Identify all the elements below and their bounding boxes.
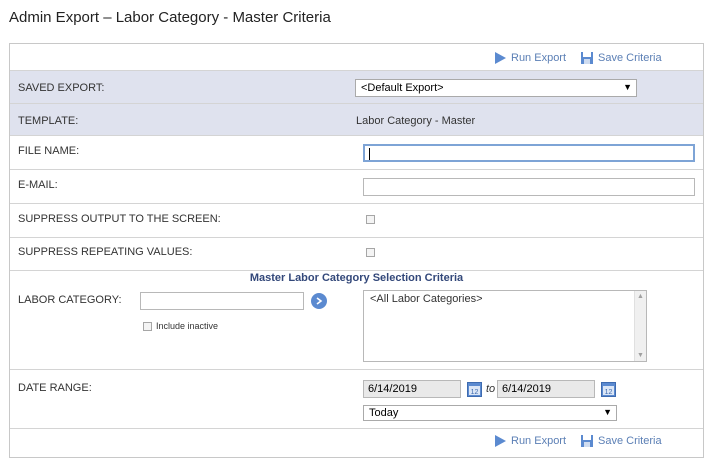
labor-category-listbox[interactable]: <All Labor Categories> ▲ ▼	[363, 290, 647, 362]
labor-category-go-button[interactable]	[311, 293, 327, 309]
file-name-input[interactable]	[363, 144, 695, 162]
run-export-button-top[interactable]: Run Export	[493, 51, 566, 65]
calendar-icon[interactable]: 12	[467, 380, 482, 397]
to-separator: to	[486, 383, 496, 395]
toolbar-bottom: Run Export Save Criteria	[10, 429, 703, 457]
svg-text:12: 12	[605, 389, 613, 396]
listbox-scrollbar[interactable]: ▲ ▼	[634, 291, 646, 361]
save-disk-icon	[581, 435, 593, 447]
scroll-down-icon[interactable]: ▼	[637, 352, 644, 359]
file-name-row: FILE NAME:	[10, 136, 703, 170]
save-criteria-label: Save Criteria	[598, 52, 662, 64]
email-label: E-MAIL:	[18, 179, 58, 191]
play-icon	[495, 435, 506, 447]
suppress-output-checkbox[interactable]	[366, 215, 375, 224]
svg-text:12: 12	[471, 389, 479, 396]
labor-category-input[interactable]	[140, 292, 304, 310]
run-export-label: Run Export	[511, 435, 567, 447]
run-export-label: Run Export	[511, 52, 567, 64]
calendar-icon[interactable]: 12	[601, 380, 616, 397]
include-inactive-label: Include inactive	[156, 321, 219, 331]
saved-export-row: SAVED EXPORT: <Default Export> ▼	[10, 71, 703, 104]
end-date-input[interactable]: 6/14/2019	[497, 380, 595, 398]
listbox-item[interactable]: <All Labor Categories>	[370, 293, 483, 305]
save-disk-icon	[581, 52, 593, 64]
export-criteria-panel: Run Export Save Criteria SAVED EXPORT: <…	[9, 43, 704, 458]
labor-category-row: LABOR CATEGORY: Include inactive <All La…	[10, 286, 703, 370]
start-date-input[interactable]: 6/14/2019	[363, 380, 461, 398]
date-preset-value: Today	[369, 407, 399, 419]
save-criteria-label: Save Criteria	[598, 435, 662, 447]
play-icon	[495, 52, 506, 64]
chevron-right-icon	[316, 297, 323, 305]
template-row: TEMPLATE: Labor Category - Master	[10, 104, 703, 136]
criteria-section-header: Master Labor Category Selection Criteria	[249, 272, 464, 284]
dropdown-arrow-icon: ▼	[623, 82, 632, 92]
suppress-output-label: SUPPRESS OUTPUT TO THE SCREEN:	[18, 213, 221, 225]
suppress-repeating-row: SUPPRESS REPEATING VALUES:	[10, 238, 703, 271]
page-title: Admin Export – Labor Category - Master C…	[9, 9, 331, 26]
run-export-button-bottom[interactable]: Run Export	[493, 434, 566, 448]
save-criteria-button-bottom[interactable]: Save Criteria	[580, 434, 662, 448]
suppress-output-row: SUPPRESS OUTPUT TO THE SCREEN:	[10, 204, 703, 238]
save-criteria-button-top[interactable]: Save Criteria	[580, 51, 662, 65]
date-preset-select[interactable]: Today ▼	[363, 405, 617, 421]
toolbar-top: Run Export Save Criteria	[10, 44, 703, 71]
date-range-row: DATE RANGE: 6/14/2019 12 to 6/14/2019 12…	[10, 370, 703, 429]
file-name-label: FILE NAME:	[18, 145, 80, 157]
dropdown-arrow-icon: ▼	[603, 407, 612, 417]
suppress-repeating-checkbox[interactable]	[366, 248, 375, 257]
saved-export-select[interactable]: <Default Export> ▼	[355, 79, 637, 97]
template-label: TEMPLATE:	[18, 115, 79, 127]
saved-export-value: <Default Export>	[361, 82, 444, 94]
email-row: E-MAIL:	[10, 170, 703, 204]
criteria-header-row: Master Labor Category Selection Criteria	[10, 271, 703, 286]
text-caret	[369, 148, 370, 160]
scroll-up-icon[interactable]: ▲	[637, 293, 644, 300]
template-value: Labor Category - Master	[356, 115, 476, 127]
suppress-repeating-label: SUPPRESS REPEATING VALUES:	[18, 246, 193, 258]
saved-export-label: SAVED EXPORT:	[18, 82, 105, 94]
email-input[interactable]	[363, 178, 695, 196]
include-inactive-checkbox[interactable]	[143, 322, 152, 331]
date-range-label: DATE RANGE:	[18, 382, 92, 394]
labor-category-label: LABOR CATEGORY:	[18, 294, 122, 306]
